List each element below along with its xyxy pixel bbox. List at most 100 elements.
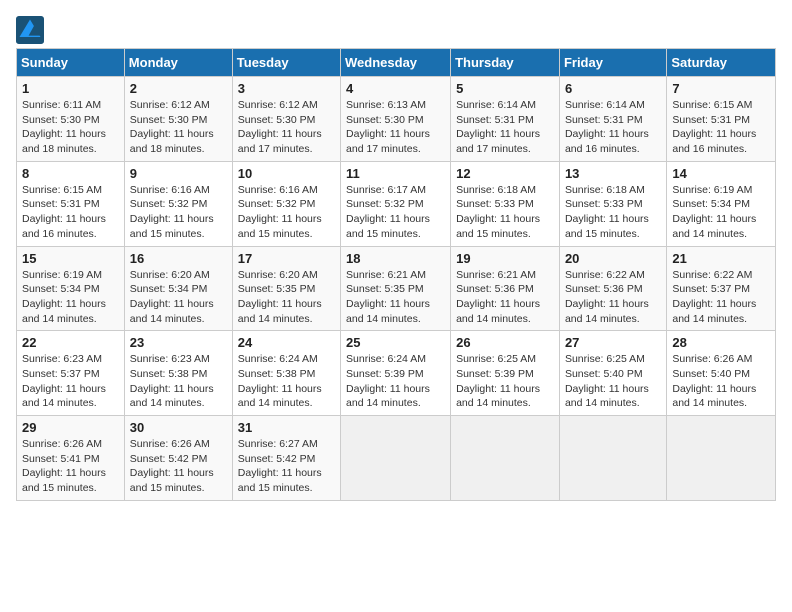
- day-number: 22: [22, 335, 119, 350]
- day-info: Sunrise: 6:15 AMSunset: 5:31 PMDaylight:…: [22, 183, 119, 242]
- calendar-cell: 9 Sunrise: 6:16 AMSunset: 5:32 PMDaylight…: [124, 161, 232, 246]
- header-sunday: Sunday: [17, 49, 125, 77]
- calendar: SundayMondayTuesdayWednesdayThursdayFrid…: [16, 48, 776, 501]
- day-number: 21: [672, 251, 770, 266]
- day-number: 23: [130, 335, 227, 350]
- day-info: Sunrise: 6:24 AMSunset: 5:39 PMDaylight:…: [346, 352, 445, 411]
- calendar-cell: 19 Sunrise: 6:21 AMSunset: 5:36 PMDayligh…: [451, 246, 560, 331]
- day-info: Sunrise: 6:16 AMSunset: 5:32 PMDaylight:…: [238, 183, 335, 242]
- calendar-cell: [559, 416, 666, 501]
- calendar-row: 15 Sunrise: 6:19 AMSunset: 5:34 PMDayligh…: [17, 246, 776, 331]
- calendar-row: 8 Sunrise: 6:15 AMSunset: 5:31 PMDaylight…: [17, 161, 776, 246]
- day-info: Sunrise: 6:21 AMSunset: 5:35 PMDaylight:…: [346, 268, 445, 327]
- day-number: 31: [238, 420, 335, 435]
- day-number: 29: [22, 420, 119, 435]
- header-tuesday: Tuesday: [232, 49, 340, 77]
- header-saturday: Saturday: [667, 49, 776, 77]
- day-number: 28: [672, 335, 770, 350]
- calendar-cell: 18Sunrise: 6:21 AMSunset: 5:35 PMDayligh…: [341, 246, 451, 331]
- calendar-cell: 30Sunrise: 6:26 AMSunset: 5:42 PMDayligh…: [124, 416, 232, 501]
- day-info: Sunrise: 6:14 AMSunset: 5:31 PMDaylight:…: [456, 98, 554, 157]
- day-number: 10: [238, 166, 335, 181]
- day-info: Sunrise: 6:12 AMSunset: 5:30 PMDaylight:…: [238, 98, 335, 157]
- logo: [16, 16, 46, 44]
- day-number: 5: [456, 81, 554, 96]
- day-number: 13: [565, 166, 661, 181]
- day-number: 25: [346, 335, 445, 350]
- day-number: 8: [22, 166, 119, 181]
- day-info: Sunrise: 6:21 AMSunset: 5:36 PMDaylight:…: [456, 268, 554, 327]
- calendar-cell: 25 Sunrise: 6:24 AMSunset: 5:39 PMDayligh…: [341, 331, 451, 416]
- calendar-cell: 5 Sunrise: 6:14 AMSunset: 5:31 PMDaylight…: [451, 77, 560, 162]
- calendar-cell: 7 Sunrise: 6:15 AMSunset: 5:31 PMDaylight…: [667, 77, 776, 162]
- day-info: Sunrise: 6:12 AMSunset: 5:30 PMDaylight:…: [130, 98, 227, 157]
- calendar-cell: 1 Sunrise: 6:11 AMSunset: 5:30 PMDaylight…: [17, 77, 125, 162]
- logo-icon: [16, 16, 44, 44]
- header-friday: Friday: [559, 49, 666, 77]
- calendar-cell: [667, 416, 776, 501]
- calendar-cell: 14Sunrise: 6:19 AMSunset: 5:34 PMDayligh…: [667, 161, 776, 246]
- day-info: Sunrise: 6:26 AMSunset: 5:40 PMDaylight:…: [672, 352, 770, 411]
- page-header: [16, 16, 776, 44]
- day-info: Sunrise: 6:26 AMSunset: 5:41 PMDaylight:…: [22, 437, 119, 496]
- day-info: Sunrise: 6:23 AMSunset: 5:38 PMDaylight:…: [130, 352, 227, 411]
- calendar-row: 29 Sunrise: 6:26 AMSunset: 5:41 PMDayligh…: [17, 416, 776, 501]
- calendar-cell: [341, 416, 451, 501]
- calendar-cell: 22 Sunrise: 6:23 AMSunset: 5:37 PMDayligh…: [17, 331, 125, 416]
- day-number: 24: [238, 335, 335, 350]
- calendar-cell: [451, 416, 560, 501]
- calendar-cell: 20Sunrise: 6:22 AMSunset: 5:36 PMDayligh…: [559, 246, 666, 331]
- day-info: Sunrise: 6:18 AMSunset: 5:33 PMDaylight:…: [456, 183, 554, 242]
- day-number: 27: [565, 335, 661, 350]
- calendar-cell: 13 Sunrise: 6:18 AMSunset: 5:33 PMDayligh…: [559, 161, 666, 246]
- day-info: Sunrise: 6:19 AMSunset: 5:34 PMDaylight:…: [672, 183, 770, 242]
- calendar-cell: 28 Sunrise: 6:26 AMSunset: 5:40 PMDayligh…: [667, 331, 776, 416]
- day-info: Sunrise: 6:27 AMSunset: 5:42 PMDaylight:…: [238, 437, 335, 496]
- header-thursday: Thursday: [451, 49, 560, 77]
- day-number: 26: [456, 335, 554, 350]
- day-info: Sunrise: 6:19 AMSunset: 5:34 PMDaylight:…: [22, 268, 119, 327]
- calendar-cell: 8 Sunrise: 6:15 AMSunset: 5:31 PMDaylight…: [17, 161, 125, 246]
- day-info: Sunrise: 6:20 AMSunset: 5:34 PMDaylight:…: [130, 268, 227, 327]
- calendar-cell: 21Sunrise: 6:22 AMSunset: 5:37 PMDayligh…: [667, 246, 776, 331]
- calendar-row: 1 Sunrise: 6:11 AMSunset: 5:30 PMDaylight…: [17, 77, 776, 162]
- calendar-header-row: SundayMondayTuesdayWednesdayThursdayFrid…: [17, 49, 776, 77]
- day-number: 17: [238, 251, 335, 266]
- calendar-cell: 10 Sunrise: 6:16 AMSunset: 5:32 PMDayligh…: [232, 161, 340, 246]
- calendar-cell: 12 Sunrise: 6:18 AMSunset: 5:33 PMDayligh…: [451, 161, 560, 246]
- day-number: 2: [130, 81, 227, 96]
- day-number: 7: [672, 81, 770, 96]
- calendar-cell: 3Sunrise: 6:12 AMSunset: 5:30 PMDaylight…: [232, 77, 340, 162]
- day-number: 11: [346, 166, 445, 181]
- day-info: Sunrise: 6:15 AMSunset: 5:31 PMDaylight:…: [672, 98, 770, 157]
- header-wednesday: Wednesday: [341, 49, 451, 77]
- calendar-cell: 11 Sunrise: 6:17 AMSunset: 5:32 PMDayligh…: [341, 161, 451, 246]
- day-info: Sunrise: 6:20 AMSunset: 5:35 PMDaylight:…: [238, 268, 335, 327]
- day-info: Sunrise: 6:26 AMSunset: 5:42 PMDaylight:…: [130, 437, 227, 496]
- day-info: Sunrise: 6:14 AMSunset: 5:31 PMDaylight:…: [565, 98, 661, 157]
- calendar-cell: 16 Sunrise: 6:20 AMSunset: 5:34 PMDayligh…: [124, 246, 232, 331]
- calendar-cell: 2 Sunrise: 6:12 AMSunset: 5:30 PMDaylight…: [124, 77, 232, 162]
- header-monday: Monday: [124, 49, 232, 77]
- day-info: Sunrise: 6:25 AMSunset: 5:40 PMDaylight:…: [565, 352, 661, 411]
- calendar-cell: 23 Sunrise: 6:23 AMSunset: 5:38 PMDayligh…: [124, 331, 232, 416]
- calendar-cell: 17 Sunrise: 6:20 AMSunset: 5:35 PMDayligh…: [232, 246, 340, 331]
- day-number: 1: [22, 81, 119, 96]
- day-number: 15: [22, 251, 119, 266]
- calendar-cell: 15 Sunrise: 6:19 AMSunset: 5:34 PMDayligh…: [17, 246, 125, 331]
- day-number: 6: [565, 81, 661, 96]
- day-info: Sunrise: 6:11 AMSunset: 5:30 PMDaylight:…: [22, 98, 119, 157]
- day-info: Sunrise: 6:22 AMSunset: 5:36 PMDaylight:…: [565, 268, 661, 327]
- day-info: Sunrise: 6:18 AMSunset: 5:33 PMDaylight:…: [565, 183, 661, 242]
- day-info: Sunrise: 6:17 AMSunset: 5:32 PMDaylight:…: [346, 183, 445, 242]
- day-number: 12: [456, 166, 554, 181]
- day-number: 16: [130, 251, 227, 266]
- day-info: Sunrise: 6:23 AMSunset: 5:37 PMDaylight:…: [22, 352, 119, 411]
- calendar-cell: 4Sunrise: 6:13 AMSunset: 5:30 PMDaylight…: [341, 77, 451, 162]
- calendar-cell: 24Sunrise: 6:24 AMSunset: 5:38 PMDayligh…: [232, 331, 340, 416]
- day-info: Sunrise: 6:16 AMSunset: 5:32 PMDaylight:…: [130, 183, 227, 242]
- day-number: 9: [130, 166, 227, 181]
- day-info: Sunrise: 6:13 AMSunset: 5:30 PMDaylight:…: [346, 98, 445, 157]
- day-number: 19: [456, 251, 554, 266]
- day-info: Sunrise: 6:25 AMSunset: 5:39 PMDaylight:…: [456, 352, 554, 411]
